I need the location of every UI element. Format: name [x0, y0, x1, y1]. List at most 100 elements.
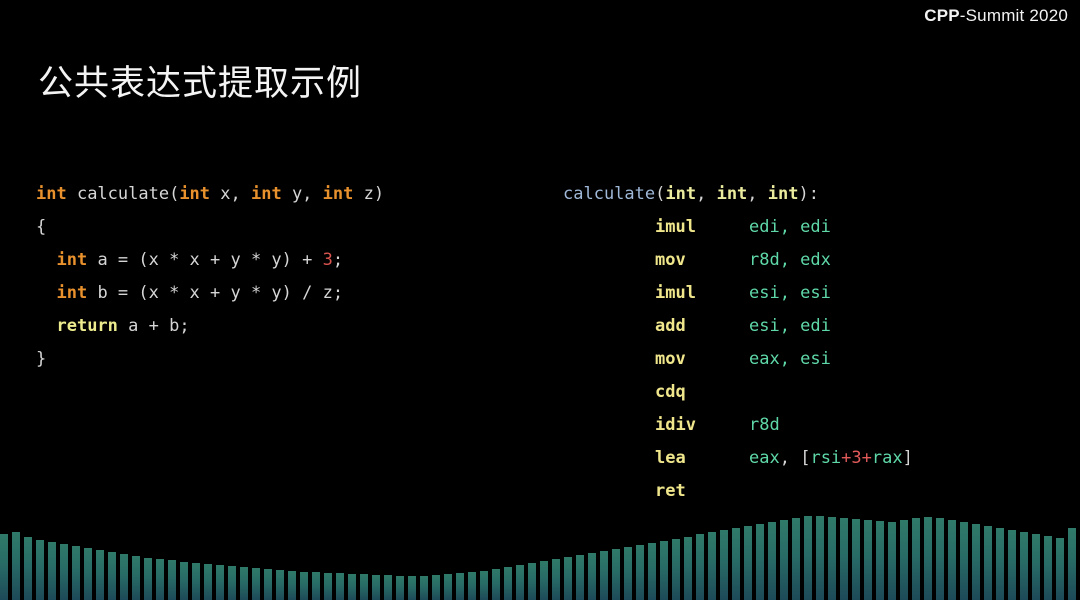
chart-bar [156, 559, 164, 600]
chart-bar [420, 576, 428, 600]
assembly-instruction-line: add esi, edi [563, 310, 913, 343]
chart-bar [576, 555, 584, 600]
chart-bar [564, 557, 572, 600]
brand-rest: -Summit 2020 [959, 6, 1068, 25]
assembly-mnemonic: imul [655, 217, 696, 237]
assembly-mnemonic: cdq [655, 382, 686, 402]
assembly-param-type: int [767, 184, 799, 204]
assembly-instruction-line: lea eax, [rsi+3+rax] [563, 442, 913, 475]
code-token-reg: rsi [810, 448, 842, 468]
chart-bar [516, 565, 524, 600]
code-token-reg: r8d [749, 415, 780, 435]
chart-bar [1044, 536, 1052, 600]
chart-bar [768, 522, 776, 600]
chart-bar [996, 528, 1004, 600]
chart-bar [276, 570, 284, 600]
code-token-plain: { [36, 217, 47, 237]
chart-bar [468, 572, 476, 600]
code-token-punct: ( [655, 184, 666, 204]
chart-bar [816, 516, 824, 600]
chart-bar [300, 572, 308, 600]
c-source-code-block: int calculate(int x, int y, int z){ int … [36, 178, 384, 376]
chart-bar [360, 574, 368, 600]
chart-bar [852, 519, 860, 600]
assembly-operands: edi, edi [749, 217, 831, 237]
code-token-imm: +3+ [841, 448, 872, 468]
chart-bar [1068, 528, 1076, 600]
chart-bar [540, 561, 548, 600]
chart-bar [288, 571, 296, 600]
chart-bar [924, 517, 932, 600]
assembly-mnemonic: add [655, 316, 686, 336]
chart-bar [780, 520, 788, 600]
assembly-operands: r8d, edx [749, 250, 831, 270]
chart-bar [828, 517, 836, 600]
chart-bar [12, 532, 20, 600]
assembly-instruction-line: imul edi, edi [563, 211, 913, 244]
chart-bar [588, 553, 596, 600]
chart-bar [324, 573, 332, 600]
chart-bar [804, 516, 812, 600]
c-code-line: int b = (x * x + y * y) / z; [36, 277, 384, 310]
assembly-mnemonic: lea [655, 448, 686, 468]
chart-bar [228, 566, 236, 600]
assembly-signature-line: calculate(int, int, int): [563, 178, 913, 211]
chart-bar [192, 563, 200, 600]
chart-bar [648, 543, 656, 600]
page-title: 公共表达式提取示例 [38, 64, 363, 103]
chart-bar [792, 518, 800, 600]
chart-bar [840, 518, 848, 600]
chart-bar [384, 575, 392, 600]
assembly-instruction-line: mov r8d, edx [563, 244, 913, 277]
chart-bar [876, 521, 884, 600]
code-token-reg: rax [871, 448, 903, 468]
chart-bar [36, 540, 44, 600]
chart-bar [108, 552, 116, 600]
code-token-punct: ): [798, 184, 819, 204]
chart-bar [720, 530, 728, 600]
chart-bar [600, 551, 608, 600]
code-token-kw: int [56, 250, 88, 270]
chart-bar [96, 550, 104, 600]
assembly-param-type: int [665, 184, 697, 204]
chart-bar [1056, 538, 1064, 600]
chart-bar [744, 526, 752, 600]
code-token-plain: ; [332, 250, 344, 270]
assembly-instruction-line: ret [563, 475, 913, 508]
code-token-plain: a = (x * x + y * y) + [87, 250, 323, 270]
code-token-punct: , [747, 184, 768, 204]
assembly-code-block: calculate(int, int, int): imul edi, edi mov… [563, 178, 913, 508]
code-token-plain: y, [281, 184, 323, 204]
code-token-reg: edi, edi [749, 217, 831, 237]
slide-root: CPP-Summit 2020 公共表达式提取示例 int calculate(… [0, 0, 1080, 600]
assembly-function-name: calculate [563, 184, 656, 204]
code-token-punct: ] [902, 448, 913, 468]
c-code-line: { [36, 211, 384, 244]
chart-bar [624, 547, 632, 600]
assembly-operands: eax, [rsi+3+rax] [749, 448, 913, 468]
code-token-kw: int [250, 184, 282, 204]
code-token-punct: [ [800, 448, 811, 468]
code-token-kw: int [36, 184, 67, 204]
assembly-mnemonic: ret [655, 481, 686, 501]
chart-bar [756, 524, 764, 600]
assembly-instruction-line: idiv r8d [563, 409, 913, 442]
chart-bar [636, 545, 644, 600]
chart-bar [912, 518, 920, 600]
chart-bar [936, 518, 944, 600]
chart-bar [552, 559, 560, 600]
chart-bar [168, 560, 176, 600]
chart-bar [180, 562, 188, 600]
code-token-plain: a + b; [117, 316, 190, 336]
chart-bar [432, 575, 440, 600]
chart-bar [336, 573, 344, 600]
chart-bar [408, 576, 416, 600]
chart-bar [864, 520, 872, 600]
assembly-operands: r8d [749, 415, 780, 435]
code-token-reg: eax [749, 448, 780, 468]
code-token-reg: r8d, edx [749, 250, 831, 270]
brand-label: CPP-Summit 2020 [924, 6, 1068, 26]
